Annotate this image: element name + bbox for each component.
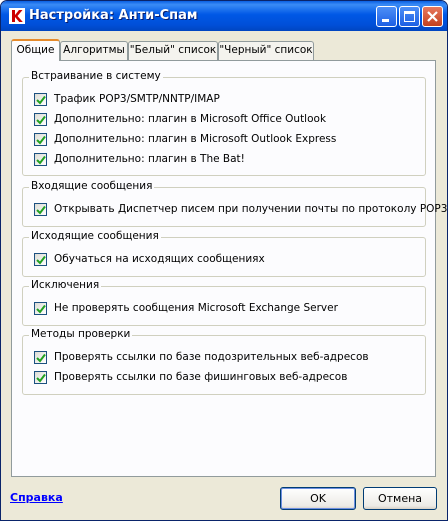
check-mark-icon [36,115,46,125]
tab-panel-general: Встраивание в систему Трафик POP3/SMTP/N… [11,60,447,477]
checkbox-box[interactable] [34,153,47,166]
tab-label: Алгоритмы [63,44,125,56]
ok-button[interactable]: OK [280,487,356,510]
kaspersky-k-icon [9,8,25,24]
tab-label: "Черный" список [219,44,313,56]
group-title: Встраивание в систему [29,70,163,82]
checkbox-box[interactable] [34,113,47,126]
settings-window: Настройка: Анти-Спам Общие Алгоритмы "Бе… [0,0,448,521]
close-icon [427,11,438,22]
tab-label: "Белый" список [129,44,217,56]
maximize-icon [404,11,415,22]
check-mark-icon [36,255,46,265]
check-mark-icon [36,155,46,165]
checkbox-label: Проверять ссылки по базе подозрительных … [54,351,369,363]
group-title: Исходящие сообщения [29,230,161,242]
tab-general[interactable]: Общие [11,39,60,61]
group-exclusions: Исключения Не проверять сообщения Micros… [22,279,426,326]
group-incoming-messages: Входящие сообщения Открывать Диспетчер п… [22,180,447,227]
check-mark-icon [36,373,46,383]
checkbox-box[interactable] [34,203,47,216]
group-title: Методы проверки [29,328,133,340]
tab-blacklist[interactable]: "Черный" список [218,41,314,60]
title-bar[interactable]: Настройка: Анти-Спам [1,1,447,31]
group-title: Исключения [29,279,102,291]
maximize-button[interactable] [399,6,420,27]
help-link[interactable]: Справка [10,491,63,504]
cancel-button[interactable]: Отмена [363,487,437,510]
checkbox-box[interactable] [34,371,47,384]
checkbox-box[interactable] [34,253,47,266]
check-mark-icon [36,205,46,215]
check-mark-icon [36,353,46,363]
check-mark-icon [36,135,46,145]
checkbox-box[interactable] [34,351,47,364]
tab-whitelist[interactable]: "Белый" список [128,41,218,60]
checkbox-label: Проверять ссылки по базе фишинговых веб-… [54,371,348,383]
tab-label: Общие [16,44,55,56]
group-check-methods: Методы проверки Проверять ссылки по базе… [22,328,426,395]
check-mark-icon [36,95,46,105]
group-system-integration: Встраивание в систему Трафик POP3/SMTP/N… [22,70,426,176]
check-mark-icon [36,304,46,314]
checkbox-label: Не проверять сообщения Microsoft Exchang… [54,302,338,314]
window-title: Настройка: Анти-Спам [29,8,198,23]
checkbox-box[interactable] [34,302,47,315]
group-outgoing-messages: Исходящие сообщения Обучаться на исходящ… [22,230,426,277]
checkbox-label: Обучаться на исходящих сообщениях [54,253,265,265]
minimize-icon [382,19,389,22]
checkbox-box[interactable] [34,93,47,106]
tab-algorithms[interactable]: Алгоритмы [60,41,128,60]
group-title: Входящие сообщения [29,180,155,192]
checkbox-label: Открывать Диспетчер писем при получении … [54,203,448,215]
checkbox-box[interactable] [34,133,47,146]
checkbox-label: Дополнительно: плагин в Microsoft Office… [54,113,327,125]
checkbox-label: Дополнительно: плагин в Microsoft Outloo… [54,133,337,145]
checkbox-label: Трафик POP3/SMTP/NNTP/IMAP [54,93,220,105]
checkbox-label: Дополнительно: плагин в The Bat! [54,153,245,165]
close-button[interactable] [422,6,443,27]
minimize-button[interactable] [376,6,397,27]
